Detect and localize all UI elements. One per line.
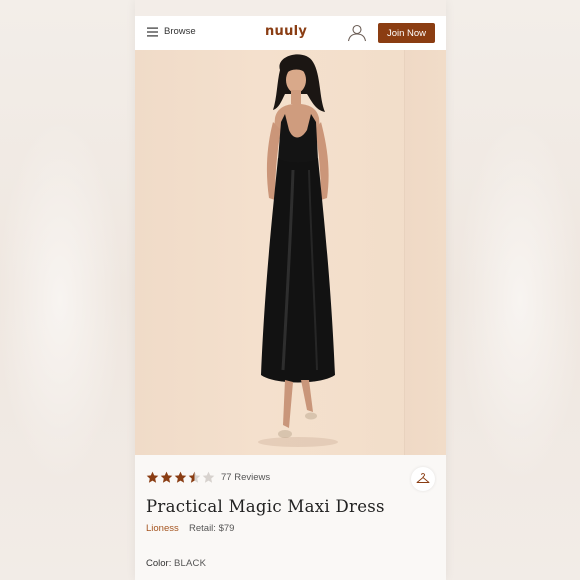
color-value: BLACK: [173, 558, 207, 569]
star-icon: [146, 471, 159, 483]
model-figure: [258, 54, 338, 447]
star-icon: [202, 471, 215, 483]
product-photo[interactable]: [135, 50, 446, 455]
browse-label: Browse: [164, 26, 196, 37]
product-title: Practical Magic Maxi Dress: [146, 497, 385, 516]
star-icon: [188, 471, 201, 483]
hanger-icon: [416, 473, 430, 483]
user-icon[interactable]: [347, 24, 367, 42]
top-nav: Browse nuuly Join Now: [135, 16, 446, 50]
star-rating[interactable]: [146, 471, 215, 484]
browse-button[interactable]: Browse: [147, 26, 196, 37]
hamburger-icon: [147, 27, 158, 36]
color-selector-label: Color: BLACK: [146, 558, 206, 569]
product-info: 77 Reviews Practical Magic Maxi Dress Li…: [135, 455, 446, 580]
add-to-closet-button[interactable]: [411, 467, 435, 491]
status-strip: [135, 0, 446, 16]
reviews-link[interactable]: 77 Reviews: [221, 472, 270, 483]
join-now-button[interactable]: Join Now: [378, 23, 435, 43]
color-label: Color:: [146, 558, 172, 569]
nuuly-logo[interactable]: nuuly: [265, 24, 307, 39]
brand-link[interactable]: Lioness: [146, 523, 179, 534]
product-page: Browse nuuly Join Now 77 Reviews Practic…: [135, 0, 446, 580]
retail-price: Retail: $79: [189, 523, 235, 534]
star-icon: [160, 471, 173, 483]
star-icon: [174, 471, 187, 483]
